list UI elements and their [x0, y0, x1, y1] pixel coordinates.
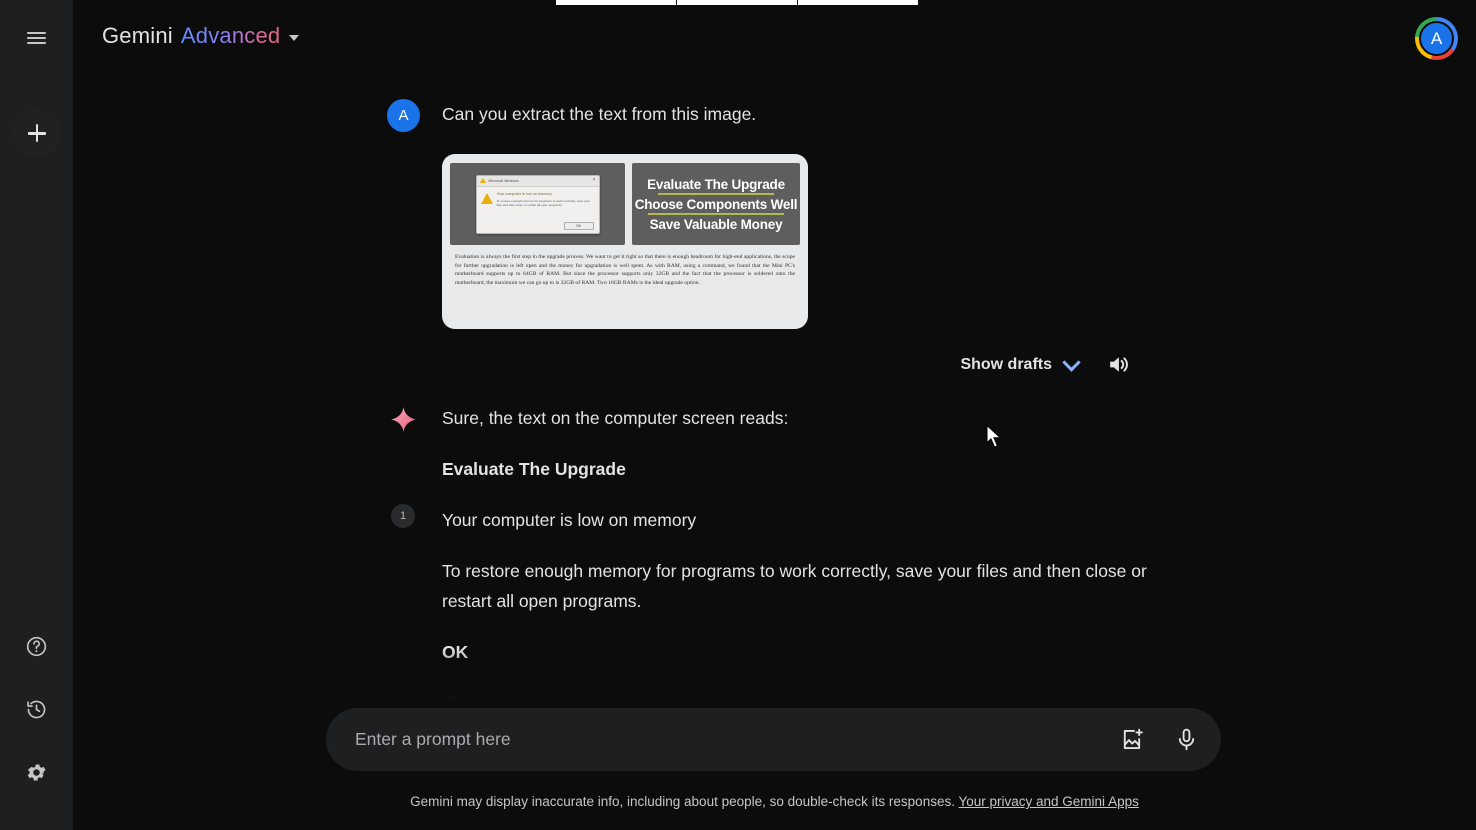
history-icon[interactable]: [13, 685, 61, 733]
message-thread: A Can you extract the text from this ima…: [387, 78, 1147, 708]
response-intro: Sure, the text on the computer screen re…: [442, 408, 789, 428]
privacy-link[interactable]: Your privacy and Gemini Apps: [958, 794, 1138, 809]
composer-area: Gemini may display inaccurate info, incl…: [73, 708, 1476, 830]
model-response-body: Sure, the text on the computer screen re…: [442, 403, 1147, 708]
dialog-ok-button: OK: [563, 222, 594, 230]
gemini-sparkle-icon: [387, 405, 420, 438]
show-drafts-button[interactable]: Show drafts: [960, 352, 1081, 374]
windows-memory-dialog: Microsoft Windows × Your computer is low…: [475, 174, 600, 234]
attachment-slogan-panel: Evaluate The Upgrade Choose Components W…: [632, 163, 800, 245]
chevron-down-icon: [1062, 352, 1081, 372]
response-ok-label: OK: [442, 642, 469, 662]
account-avatar[interactable]: A: [1415, 17, 1458, 60]
gemini-app-window: Gemini Advanced A A Can you extract the …: [0, 0, 1476, 830]
user-message-text: Can you extract the text from this image…: [442, 104, 757, 124]
response-heading: Evaluate The Upgrade: [442, 459, 626, 479]
close-icon: ×: [592, 177, 596, 183]
dialog-body: Your computer is low on memory To restor…: [477, 187, 599, 220]
attachment-paragraph: Evaluation is always the first step in t…: [455, 254, 795, 286]
response-toolbar: Show drafts: [387, 352, 1147, 377]
slogan-line: Choose Components Well: [634, 196, 798, 215]
microphone-icon[interactable]: [1174, 727, 1199, 752]
dialog-footer: OK: [477, 220, 599, 233]
footer-disclaimer: Gemini may display inaccurate info, incl…: [73, 794, 1476, 809]
model-selector[interactable]: Gemini Advanced: [102, 23, 300, 49]
response-restore-paragraph: To restore enough memory for programs to…: [442, 561, 1147, 611]
attachment-top-panels: Microsoft Windows × Your computer is low…: [450, 163, 800, 245]
add-image-icon[interactable]: [1120, 727, 1145, 752]
conversation-scroll-area[interactable]: A Can you extract the text from this ima…: [73, 78, 1476, 708]
citation-badge[interactable]: 1: [391, 504, 415, 528]
model-response: 1 Sure, the text on the computer screen …: [387, 403, 1147, 708]
brand-name: Gemini: [102, 23, 173, 48]
response-below-paragraph: The text below the computer screen messa…: [442, 693, 1040, 708]
warning-triangle-icon: [480, 192, 493, 204]
avatar-initial: A: [1419, 21, 1454, 56]
dialog-body-text: To restore enough memory for programs to…: [496, 198, 591, 208]
avatar: A: [387, 99, 420, 132]
attachment-screenshot-panel: Microsoft Windows × Your computer is low…: [450, 163, 625, 245]
settings-gear-icon[interactable]: [13, 748, 61, 796]
composer-icons: [1120, 727, 1199, 752]
left-sidebar: [0, 0, 73, 830]
user-message: A Can you extract the text from this ima…: [387, 97, 1147, 132]
dialog-title-text: Microsoft Windows: [488, 178, 519, 183]
dialog-titlebar: Microsoft Windows ×: [476, 175, 599, 187]
slogan-line: Evaluate The Upgrade: [647, 176, 785, 195]
sidebar-bottom-group: [0, 622, 73, 796]
dialog-text-block: Your computer is low on memory To restor…: [497, 192, 595, 220]
speaker-volume-icon[interactable]: [1106, 352, 1131, 377]
attached-image-thumbnail[interactable]: Microsoft Windows × Your computer is low…: [442, 154, 808, 329]
hamburger-menu-icon[interactable]: [13, 14, 61, 62]
disclaimer-text: Gemini may display inaccurate info, incl…: [410, 794, 955, 809]
response-memory-line: Your computer is low on memory: [442, 510, 697, 530]
help-icon[interactable]: [13, 622, 61, 670]
new-chat-button[interactable]: [12, 109, 61, 157]
prompt-composer[interactable]: [326, 708, 1221, 771]
show-drafts-label: Show drafts: [960, 355, 1052, 373]
chevron-down-icon: [289, 34, 300, 41]
prompt-input[interactable]: [355, 729, 1120, 750]
app-header: Gemini Advanced A: [73, 0, 1476, 78]
dialog-heading: Your computer is low on memory: [496, 191, 552, 196]
plus-icon: [27, 123, 47, 143]
brand-tier: Advanced: [180, 23, 281, 48]
warning-triangle-icon: [479, 178, 486, 183]
slogan-line: Save Valuable Money: [649, 216, 783, 232]
